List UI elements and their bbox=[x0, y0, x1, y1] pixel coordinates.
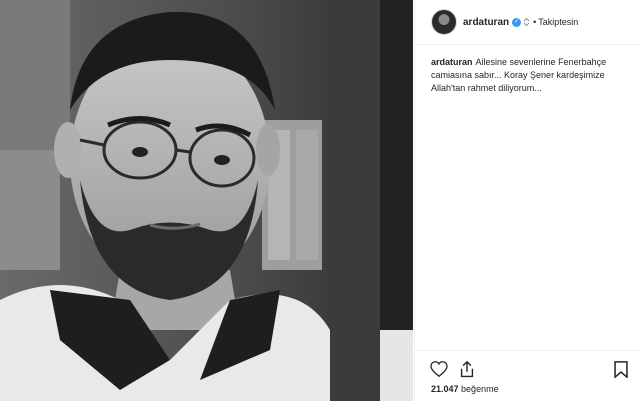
share-icon bbox=[460, 360, 474, 377]
save-button[interactable] bbox=[611, 359, 631, 379]
instagram-post: ardaturan ✓ • Takiptesin ardaturan Ailesi… bbox=[0, 0, 640, 401]
post-side-panel: ardaturan ✓ • Takiptesin ardaturan Ailesi… bbox=[414, 0, 640, 401]
action-bar bbox=[415, 350, 640, 379]
heart-icon bbox=[430, 361, 448, 377]
portrait-image bbox=[0, 0, 413, 401]
post-photo[interactable] bbox=[0, 0, 413, 401]
following-button[interactable]: Takiptesin bbox=[538, 17, 578, 27]
avatar[interactable] bbox=[431, 9, 457, 35]
likes-number: 21.047 bbox=[431, 384, 459, 394]
share-button[interactable] bbox=[457, 359, 477, 379]
likes-label: beğenme bbox=[461, 384, 499, 394]
like-button[interactable] bbox=[429, 359, 449, 379]
toggle-arrows-icon[interactable] bbox=[523, 17, 530, 27]
username-link[interactable]: ardaturan bbox=[463, 17, 509, 28]
separator-dot: • bbox=[533, 17, 537, 27]
caption-username[interactable]: ardaturan bbox=[431, 57, 473, 67]
likes-count[interactable]: 21.047 beğenme bbox=[431, 384, 499, 394]
verified-badge-icon: ✓ bbox=[512, 17, 522, 27]
post-caption: ardaturan Ailesine sevenlerine Fenerbahçe… bbox=[431, 56, 631, 95]
bookmark-icon bbox=[614, 360, 628, 378]
post-header: ardaturan ✓ • Takiptesin bbox=[415, 0, 640, 45]
